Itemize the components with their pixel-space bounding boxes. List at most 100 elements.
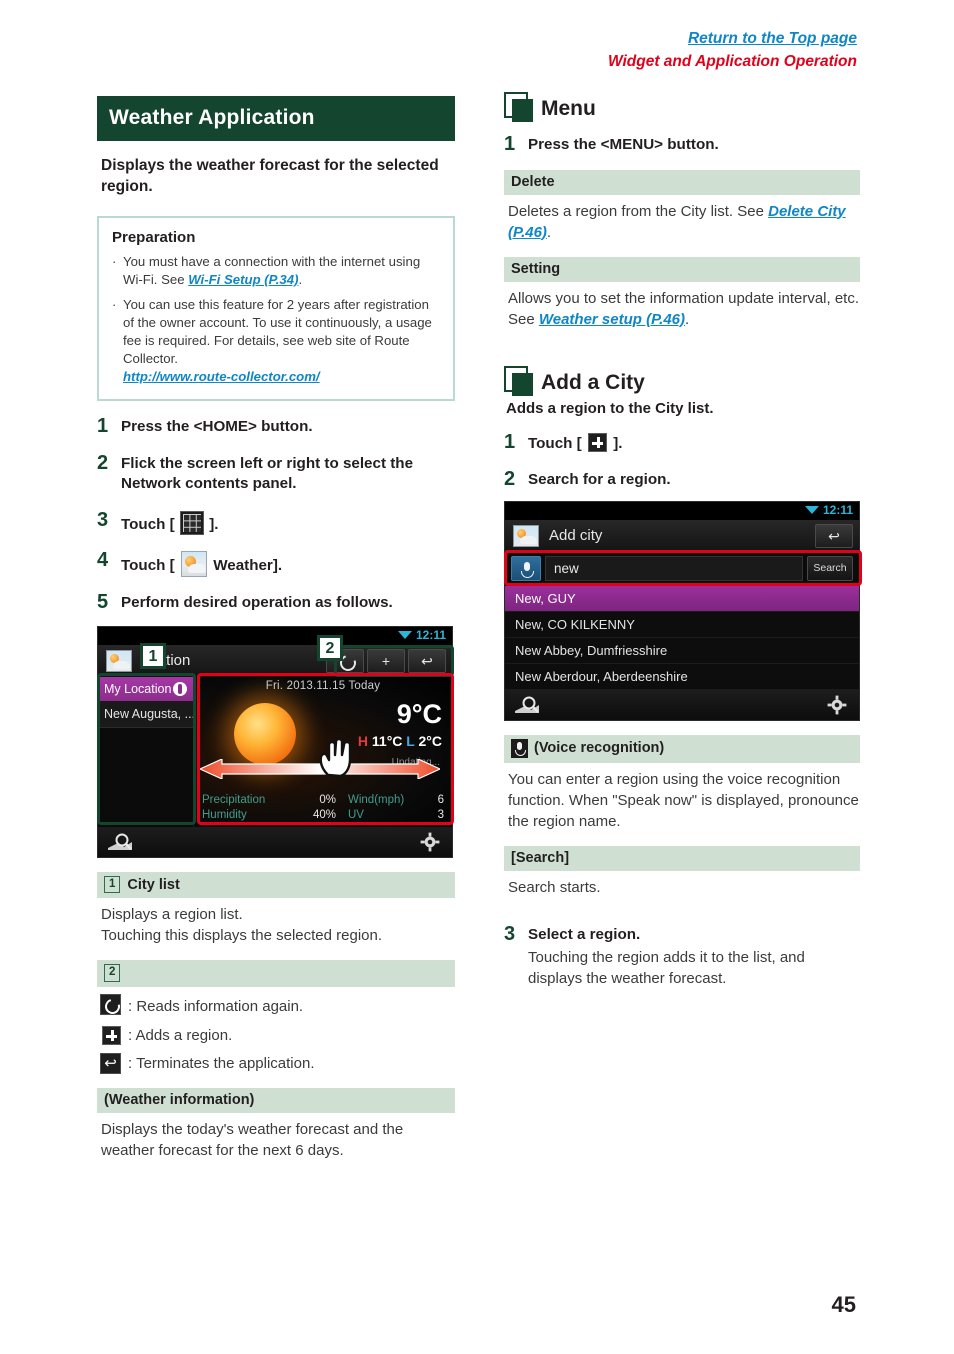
app-toolbar: ↩	[815, 523, 853, 548]
legend-row-back: ↩ : Terminates the application.	[97, 1052, 455, 1074]
low-value: 2°C	[418, 732, 443, 749]
bullet-icon: ·	[112, 296, 117, 312]
sun-icon	[234, 702, 296, 765]
wind-label: Wind(mph)	[348, 793, 405, 806]
uv-value: 3	[437, 808, 444, 821]
weather-setup-link[interactable]: Weather setup (P.46)	[539, 311, 685, 328]
map-search-icon[interactable]	[106, 832, 134, 852]
step-text: Touch [ ].	[528, 432, 860, 455]
section-header-delete: Delete	[504, 169, 860, 195]
legend-row-refresh: : Reads information again.	[97, 993, 455, 1019]
my-location-header[interactable]: My Location	[98, 676, 193, 701]
return-to-top-link[interactable]: Return to the Top page	[688, 29, 857, 50]
section-body-delete: Deletes a region from the City list. See…	[504, 201, 860, 243]
step-text-after: ].	[613, 434, 623, 452]
high-low-temperature: H 11°C L 2°C	[358, 733, 442, 749]
add-city-step-2: 2 Search for a region.	[504, 469, 860, 491]
wifi-setup-link[interactable]: Wi-Fi Setup (P.34)	[188, 272, 298, 287]
section-body-setting: Allows you to set the information update…	[504, 288, 860, 330]
step-text-after: ].	[209, 515, 219, 533]
section-title-link: Widget and Application Operation	[607, 52, 857, 70]
legend-text: : Adds a region.	[128, 1027, 233, 1045]
step-text-before: Touch [	[528, 434, 582, 452]
section-heading: Delete	[511, 173, 555, 190]
search-result-item[interactable]: New Aberdour, Aberdeenshire	[505, 663, 859, 690]
add-city-heading: Add a City	[504, 365, 860, 396]
delete-text-after: .	[546, 223, 552, 241]
step-text: Perform desired operation as follows.	[121, 594, 393, 612]
route-collector-link[interactable]: http://www.route-collector.com/	[123, 369, 320, 384]
step-text: Search for a region.	[528, 471, 671, 489]
humidity-label: Humidity	[202, 808, 247, 821]
search-button[interactable]: Search	[807, 556, 853, 582]
legend-text: : Reads information again.	[128, 997, 304, 1015]
compass-icon	[173, 681, 187, 696]
section-header-search: [Search]	[504, 845, 860, 871]
step-description: Touching the region adds it to the list,…	[528, 949, 805, 987]
step-text-before: Touch [	[121, 557, 175, 575]
section-header-toolbar: 2	[97, 960, 455, 987]
step-number: 3	[504, 922, 516, 945]
plus-icon	[587, 432, 607, 452]
precipitation-label: Precipitation	[202, 793, 266, 806]
search-result-item[interactable]: New, GUY	[505, 585, 859, 612]
preparation-heading: Preparation	[112, 228, 196, 246]
step-text: Press the <MENU> button.	[528, 136, 719, 153]
section-body-weather-information: Displays the today's weather forecast an…	[101, 1120, 404, 1159]
legend-text: : Terminates the application.	[128, 1054, 315, 1072]
app-bottom-bar	[98, 826, 452, 857]
city-list-item[interactable]: New Augusta, ...	[98, 700, 193, 728]
add-city-heading-label: Add a City	[541, 370, 645, 394]
settings-gear-icon[interactable]	[420, 832, 440, 852]
section-line: Touching this displays the selected regi…	[101, 927, 383, 945]
weather-detail-row: Precipitation 0% Wind(mph) 6	[202, 794, 444, 806]
step-number: 1	[504, 430, 516, 453]
weather-info-panel[interactable]: Fri. 2013.11.15 Today 9°C H 11°C L 2°C U…	[194, 676, 452, 827]
app-toolbar: + ↩	[326, 648, 446, 673]
weather-screenshot: 12:11 ocation + ↩ My Location New August…	[97, 625, 454, 858]
intro-text: Displays the weather forecast for the se…	[101, 157, 439, 196]
low-label: L	[406, 732, 415, 749]
legend-row-add: : Adds a region.	[97, 1025, 455, 1046]
manual-page: Return to the Top page Widget and Applic…	[0, 0, 954, 1354]
city-list-panel[interactable]: My Location New Augusta, ...	[98, 676, 194, 827]
search-input[interactable]: new	[545, 556, 803, 582]
back-icon: ↩	[100, 1052, 124, 1074]
status-bar: 12:11	[505, 501, 859, 520]
search-result-item[interactable]: New Abbey, Dumfriesshire	[505, 637, 859, 664]
weather-icon	[180, 551, 207, 578]
humidity-value: 40%	[312, 808, 336, 821]
refresh-icon	[100, 993, 124, 1019]
menu-heading-label: Menu	[541, 97, 596, 120]
step-text: Flick the screen left or right to select…	[121, 454, 414, 493]
map-search-icon[interactable]	[513, 695, 541, 715]
plus-icon	[100, 1025, 124, 1046]
section-heading: (Voice recognition)	[534, 740, 665, 757]
section-heading: (Weather information)	[104, 1091, 255, 1108]
app-bottom-bar	[505, 689, 859, 720]
back-button[interactable]: ↩	[815, 523, 853, 548]
uv-label: UV	[348, 808, 364, 821]
microphone-icon[interactable]	[511, 556, 541, 582]
add-city-step-1: 1 Touch [ ].	[504, 430, 860, 455]
step-1: 1 Press the <HOME> button.	[97, 416, 455, 438]
add-city-button[interactable]: +	[367, 648, 405, 673]
search-result-item[interactable]: New, CO KILKENNY	[505, 611, 859, 638]
section-header-voice-recognition: (Voice recognition)	[504, 734, 860, 763]
step-5: 5 Perform desired operation as follows.	[97, 592, 455, 614]
back-button[interactable]: ↩	[408, 648, 446, 673]
preparation-box: Preparation · You must have a connection…	[97, 215, 455, 402]
hand-pointer-icon	[319, 737, 352, 777]
add-city-subtitle: Adds a region to the City list.	[506, 399, 714, 417]
clock-label: 12:11	[415, 627, 446, 642]
weather-app-icon	[106, 649, 132, 672]
settings-gear-icon[interactable]	[827, 695, 847, 715]
section-body-voice-recognition: You can enter a region using the voice r…	[508, 770, 859, 830]
prep-text-before: You can use this feature for 2 years aft…	[123, 296, 432, 367]
step-number: 2	[504, 468, 516, 491]
wind-value: 6	[437, 793, 444, 806]
step-text-mid: Weather].	[213, 557, 283, 575]
callout-number: 2	[104, 964, 121, 982]
add-city-step-3: 3 Select a region. Touching the region a…	[504, 922, 860, 990]
step-4: 4 Touch [ Weather].	[97, 550, 455, 578]
